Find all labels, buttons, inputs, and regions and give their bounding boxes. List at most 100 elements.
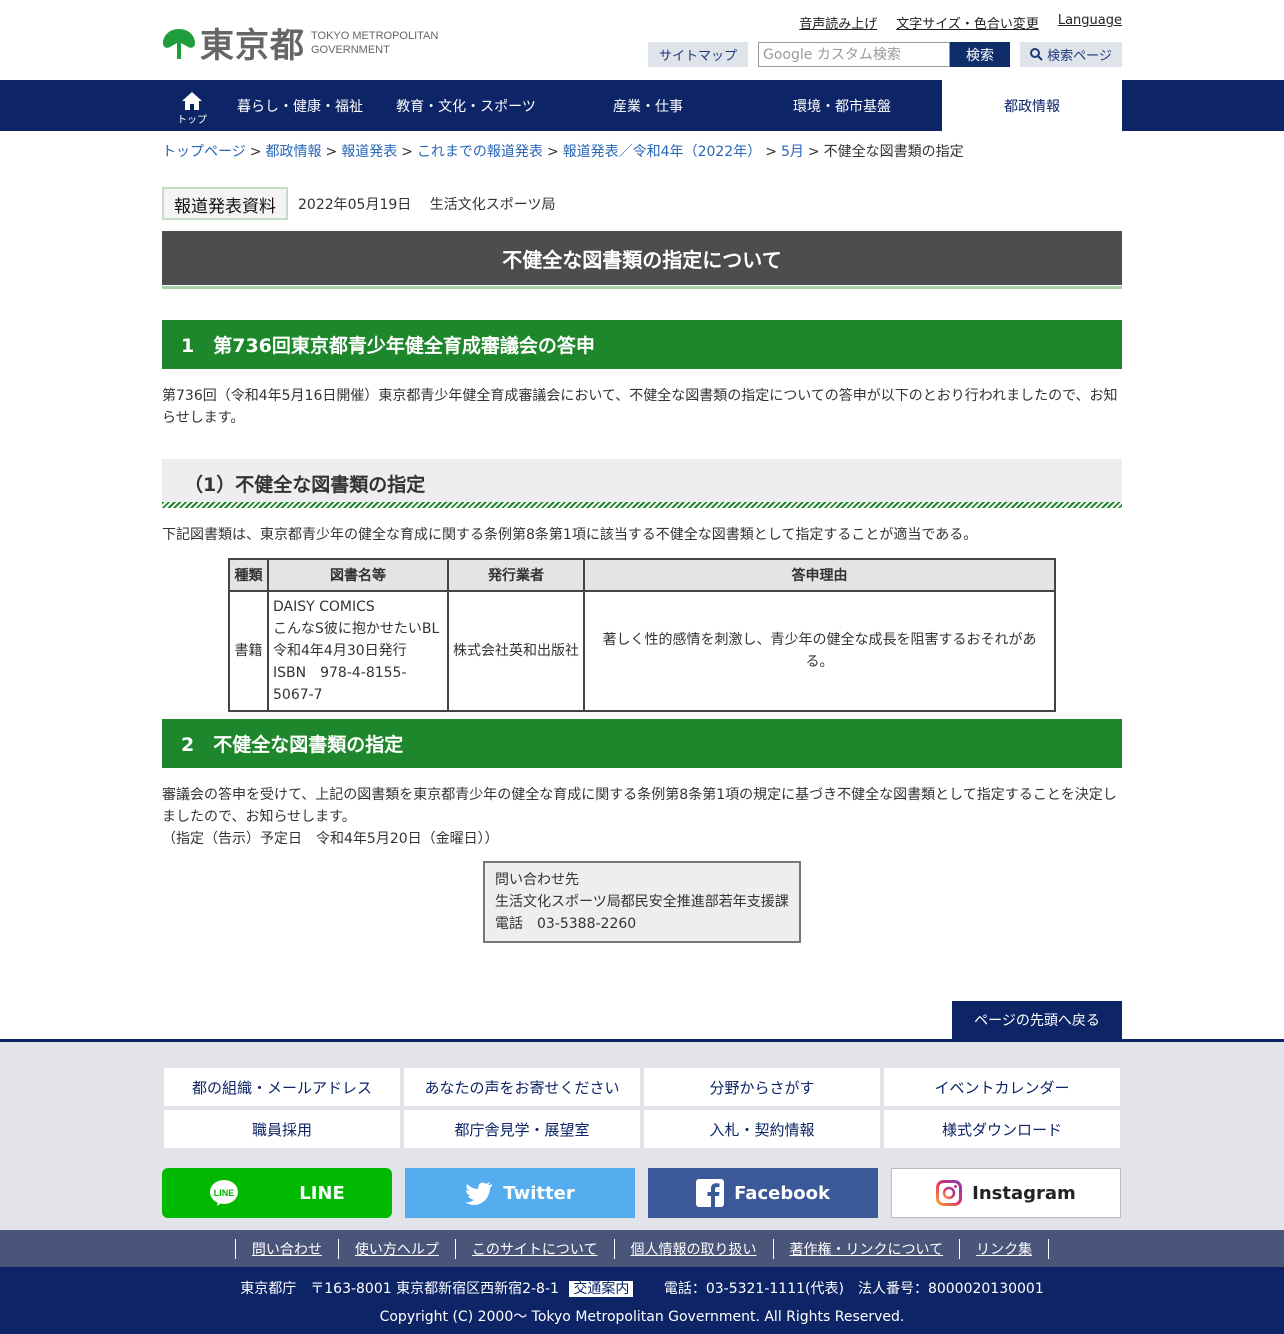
- global-nav: トップ 暮らし・健康・福祉 教育・文化・スポーツ 産業・仕事 環境・都市基盤 都…: [0, 80, 1284, 131]
- breadcrumb-link-top[interactable]: トップページ: [162, 144, 246, 160]
- logo-en-line1: TOKYO METROPOLITAN: [311, 29, 439, 42]
- facebook-label: Facebook: [734, 1182, 830, 1204]
- utility-links: 音声読み上げ 文字サイズ・色合い変更 Language: [799, 13, 1122, 32]
- footer-bar-links[interactable]: リンク集: [959, 1238, 1050, 1259]
- svg-text:LINE: LINE: [214, 1188, 235, 1198]
- table-header-row: 種類 図書名等 発行業者 答申理由: [228, 558, 1056, 592]
- designation-table: 種類 図書名等 発行業者 答申理由 書籍 DAISY COMICS こんなS彼に…: [228, 558, 1056, 712]
- press-meta: 2022年05月19日 生活文化スポーツ局: [298, 194, 569, 214]
- section2-text: 審議会の答申を受けて、上記の図書類を東京都青少年の健全な育成に関する条例第8条第…: [162, 787, 1117, 825]
- nav-item-environment[interactable]: 環境・都市基盤: [742, 80, 942, 131]
- font-size-color-link[interactable]: 文字サイズ・色合い変更: [896, 13, 1039, 32]
- facebook-f-icon: [696, 1179, 725, 1207]
- breadcrumb-link-government[interactable]: 都政情報: [265, 144, 321, 160]
- line-icon: LINE: [210, 1180, 239, 1206]
- nav-item-government[interactable]: 都政情報: [942, 80, 1122, 131]
- footer-bottom: 東京都庁 〒163-8001 東京都新宿区西新宿2-8-1 交通案内 電話：03…: [0, 1267, 1284, 1334]
- footer-link-organization[interactable]: 都の組織・メールアドレス: [164, 1068, 400, 1106]
- section2-heading: 2 不健全な図書類の指定: [162, 719, 1122, 768]
- press-date: 2022年05月19日: [298, 196, 412, 213]
- footer-address: 東京都庁 〒163-8001 東京都新宿区西新宿2-8-1: [240, 1281, 559, 1297]
- breadcrumb-link-press[interactable]: 報道発表: [341, 144, 397, 160]
- section1-subtext: 下記図書類は、東京都青少年の健全な育成に関する条例第8条第1項に該当する不健全な…: [162, 527, 978, 543]
- logo-text-jp: 東京都: [200, 26, 305, 66]
- contact-dept: 生活文化スポーツ局都民安全推進部若年支援課: [495, 894, 789, 910]
- twitter-button[interactable]: Twitter: [405, 1168, 635, 1218]
- footer-phone: 電話：03-5321-1111(代表) 法人番号：8000020130001: [663, 1281, 1044, 1297]
- twitter-bird-icon: [465, 1182, 493, 1205]
- search-page-label: 検索ページ: [1047, 49, 1112, 64]
- cell-title: DAISY COMICS こんなS彼に抱かせたいBL 令和4年4月30日発行 I…: [267, 590, 449, 712]
- site-header: 東京都 TOKYO METROPOLITAN GOVERNMENT 音声読み上げ…: [0, 0, 1284, 80]
- facebook-button[interactable]: Facebook: [648, 1168, 878, 1218]
- nav-item-living[interactable]: 暮らし・健康・福祉: [222, 80, 378, 131]
- footer-link-forms[interactable]: 様式ダウンロード: [884, 1110, 1120, 1148]
- section1-subheading: （1）不健全な図書類の指定: [162, 459, 1122, 508]
- section1-heading: 1 第736回東京都青少年健全育成審議会の答申: [162, 320, 1122, 369]
- footer-link-tour[interactable]: 都庁舎見学・展望室: [404, 1110, 640, 1148]
- page-title: 不健全な図書類の指定について: [162, 231, 1122, 285]
- table-header-type: 種類: [228, 558, 269, 592]
- tokyo-logo[interactable]: 東京都 TOKYO METROPOLITAN GOVERNMENT: [162, 18, 438, 67]
- breadcrumb-link-past-press[interactable]: これまでの報道発表: [417, 144, 543, 160]
- footer-bar-about[interactable]: このサイトについて: [454, 1238, 614, 1259]
- breadcrumb-link-2022[interactable]: 報道発表／令和4年（2022年）: [563, 144, 762, 160]
- footer-bar-privacy[interactable]: 個人情報の取り扱い: [613, 1238, 773, 1259]
- copyright: Copyright (C) 2000～ Tokyo Metropolitan G…: [379, 1309, 905, 1325]
- footer-bar-help[interactable]: 使い方ヘルプ: [337, 1238, 455, 1259]
- search-input[interactable]: [758, 42, 950, 67]
- title-line3: 令和4年4月30日発行: [273, 643, 407, 659]
- nav-item-industry[interactable]: 産業・仕事: [554, 80, 742, 131]
- cell-reason: 著しく性的感情を刺激し、青少年の健全な成長を阻害するおそれがある。: [583, 590, 1056, 712]
- search-row: サイトマップ 検索 検索ページ: [648, 42, 1122, 67]
- contact-tel: 電話 03-5388-2260: [495, 916, 637, 932]
- footer-link-fields[interactable]: 分野からさがす: [644, 1068, 880, 1106]
- footer-link-bids[interactable]: 入札・契約情報: [644, 1110, 880, 1148]
- line-label: LINE: [299, 1182, 345, 1204]
- search-button[interactable]: 検索: [950, 42, 1010, 67]
- title-line2: こんなS彼に抱かせたいBL: [273, 621, 440, 637]
- section2-date: （指定（告示）予定日 令和4年5月20日（金曜日））: [162, 831, 499, 847]
- logo-text-en: TOKYO METROPOLITAN GOVERNMENT: [311, 29, 438, 57]
- logo-en-line2: GOVERNMENT: [311, 43, 390, 56]
- title-line4: ISBN 978-4-8155-5067-7: [273, 665, 407, 703]
- footer-link-grid: 都の組織・メールアドレス あなたの声をお寄せください 分野からさがす イベントカ…: [162, 1066, 1122, 1150]
- press-bureau: 生活文化スポーツ局: [429, 196, 556, 213]
- traffic-info-button[interactable]: 交通案内: [569, 1281, 634, 1297]
- voice-reading-link[interactable]: 音声読み上げ: [799, 13, 877, 32]
- cell-type: 書籍: [228, 590, 269, 712]
- tokyo-ginkgo-icon: [163, 28, 195, 59]
- footer-links-area: 都の組織・メールアドレス あなたの声をお寄せください 分野からさがす イベントカ…: [0, 1039, 1284, 1230]
- nav-home[interactable]: トップ: [162, 80, 222, 131]
- breadcrumb-link-may[interactable]: 5月: [781, 144, 804, 160]
- footer-link-voice[interactable]: あなたの声をお寄せください: [404, 1068, 640, 1106]
- footer-bar-contact[interactable]: 問い合わせ: [234, 1238, 338, 1259]
- search-page-button[interactable]: 検索ページ: [1020, 42, 1122, 67]
- twitter-label: Twitter: [503, 1182, 575, 1204]
- sitemap-button[interactable]: サイトマップ: [648, 42, 748, 67]
- footer-bar-copyright[interactable]: 著作権・リンクについて: [772, 1238, 960, 1259]
- cell-publisher: 株式会社英和出版社: [447, 590, 585, 712]
- language-link[interactable]: Language: [1058, 13, 1122, 32]
- table-row: 書籍 DAISY COMICS こんなS彼に抱かせたいBL 令和4年4月30日発…: [228, 590, 1056, 712]
- instagram-icon: [936, 1180, 963, 1206]
- footer-address-line: 東京都庁 〒163-8001 東京都新宿区西新宿2-8-1 交通案内 電話：03…: [0, 1267, 1284, 1298]
- contact-label: 問い合わせ先: [495, 872, 579, 888]
- footer-link-recruit[interactable]: 職員採用: [164, 1110, 400, 1148]
- breadcrumb: トップページ > 都政情報 > 報道発表 > これまでの報道発表 > 報道発表／令和4年（202…: [162, 144, 964, 160]
- breadcrumb-current: 不健全な図書類の指定: [823, 144, 964, 160]
- press-release-badge: 報道発表資料: [162, 187, 288, 220]
- line-button[interactable]: LINE LINE: [162, 1168, 392, 1218]
- press-meta-row: 報道発表資料 2022年05月19日 生活文化スポーツ局: [162, 187, 569, 220]
- magnifier-icon: [1030, 48, 1043, 61]
- section1-text: 第736回（令和4年5月16日開催）東京都青少年健全育成審議会において、不健全な…: [162, 388, 1118, 426]
- footer-link-events[interactable]: イベントカレンダー: [884, 1068, 1120, 1106]
- instagram-button[interactable]: Instagram: [891, 1168, 1121, 1218]
- table-header-title: 図書名等: [267, 558, 449, 592]
- footer-bar: 問い合わせ 使い方ヘルプ このサイトについて 個人情報の取り扱い 著作権・リンク…: [0, 1230, 1284, 1267]
- back-to-top-button[interactable]: ページの先頭へ戻る: [952, 1001, 1122, 1039]
- subheading-stripe: [162, 502, 1122, 508]
- title-rule: [162, 285, 1122, 289]
- nav-item-education[interactable]: 教育・文化・スポーツ: [378, 80, 554, 131]
- sns-row: LINE LINE Twitter Facebook Instagram: [162, 1168, 1122, 1218]
